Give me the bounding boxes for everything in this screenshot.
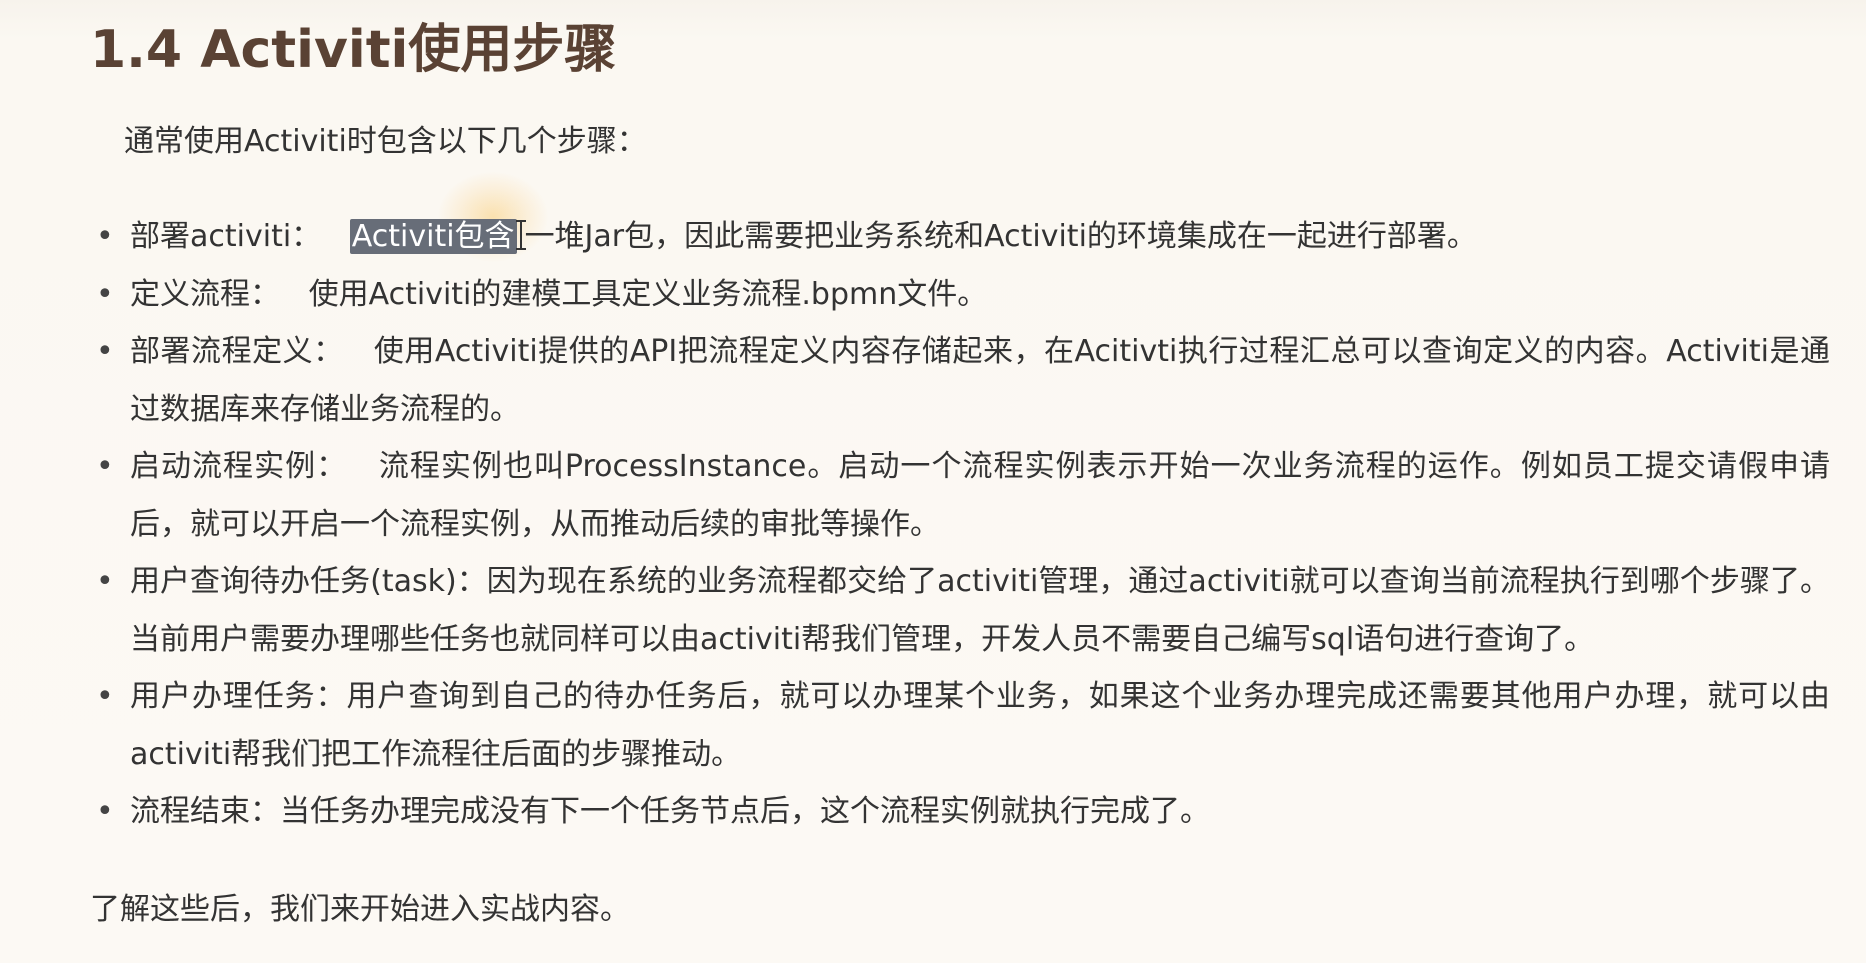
bullet: •	[96, 679, 114, 714]
list-item-define-process: • 定义流程： 使用Activiti的建模工具定义业务流程.bpmn文件。	[90, 266, 1830, 324]
bullet: •	[96, 219, 114, 254]
step-label: 部署流程定义：	[130, 334, 344, 369]
list-item-handle-tasks: • 用户办理任务：用户查询到自己的待办任务后，就可以办理某个业务，如果这个业务办…	[90, 668, 1830, 783]
intro-paragraph: 通常使用Activiti时包含以下几个步骤：	[124, 124, 647, 159]
list-item-process-end: • 流程结束：当任务办理完成没有下一个任务节点后，这个流程实例就执行完成了。	[90, 783, 1830, 841]
list-item-deploy-definition: • 部署流程定义： 使用Activiti提供的API把流程定义内容存储起来，在A…	[90, 323, 1830, 438]
step-body: 使用Activiti提供的API把流程定义内容存储起来，在Acitivti执行过…	[130, 334, 1831, 427]
step-text: 定义流程： 使用Activiti的建模工具定义业务流程.bpmn文件。	[130, 266, 1830, 324]
step-label: 流程结束：	[130, 794, 280, 829]
list-item-deploy-activiti: • 部署activiti： Activiti包含 一堆Jar包，因此需要把业务系统…	[90, 208, 1830, 266]
step-label: 用户办理任务：	[130, 679, 347, 714]
step-body: 一堆Jar包，因此需要把业务系统和Activiti的环境集成在一起进行部署。	[524, 219, 1477, 254]
step-body: 流程实例也叫ProcessInstance。启动一个流程实例表示开始一次业务流程…	[130, 449, 1831, 542]
step-text: 流程结束：当任务办理完成没有下一个任务节点后，这个流程实例就执行完成了。	[130, 783, 1830, 841]
step-label: 部署activiti：	[130, 219, 322, 254]
step-text: 部署流程定义： 使用Activiti提供的API把流程定义内容存储起来，在Aci…	[130, 323, 1830, 438]
step-text: 用户查询待办任务(task)：因为现在系统的业务流程都交给了activiti管理…	[130, 553, 1830, 668]
bullet: •	[96, 276, 114, 312]
step-body: 使用Activiti的建模工具定义业务流程.bpmn文件。	[308, 276, 988, 312]
bullet: •	[96, 794, 114, 829]
bullet: •	[96, 449, 114, 484]
closing-paragraph: 了解这些后，我们来开始进入实战内容。	[90, 892, 630, 927]
text-cursor-icon	[515, 220, 526, 250]
bullet: •	[96, 564, 114, 599]
step-text: 用户办理任务：用户查询到自己的待办任务后，就可以办理某个业务，如果这个业务办理完…	[130, 668, 1830, 783]
step-text: 部署activiti： Activiti包含 一堆Jar包，因此需要把业务系统和A…	[130, 208, 1830, 266]
step-body: 用户查询到自己的待办任务后，就可以办理某个业务，如果这个业务办理完成还需要其他用…	[130, 679, 1831, 772]
step-label: 定义流程：	[130, 276, 280, 312]
step-body: 当任务办理完成没有下一个任务节点后，这个流程实例就执行完成了。	[280, 794, 1210, 829]
step-label: 用户查询待办任务(task)：	[130, 564, 487, 599]
step-text: 启动流程实例： 流程实例也叫ProcessInstance。启动一个流程实例表示…	[130, 438, 1830, 553]
document-page: 1.4 Activiti使用步骤 通常使用Activiti时包含以下几个步骤： …	[0, 0, 1866, 963]
section-title: 1.4 Activiti使用步骤	[90, 20, 617, 80]
selected-text[interactable]: Activiti包含	[349, 219, 517, 254]
steps-list: • 部署activiti： Activiti包含 一堆Jar包，因此需要把业务系统…	[90, 208, 1830, 841]
list-item-start-instance: • 启动流程实例： 流程实例也叫ProcessInstance。启动一个流程实例…	[90, 438, 1830, 553]
step-label: 启动流程实例：	[130, 449, 348, 484]
list-item-query-tasks: • 用户查询待办任务(task)：因为现在系统的业务流程都交给了activiti…	[90, 553, 1830, 668]
bullet: •	[96, 334, 114, 369]
